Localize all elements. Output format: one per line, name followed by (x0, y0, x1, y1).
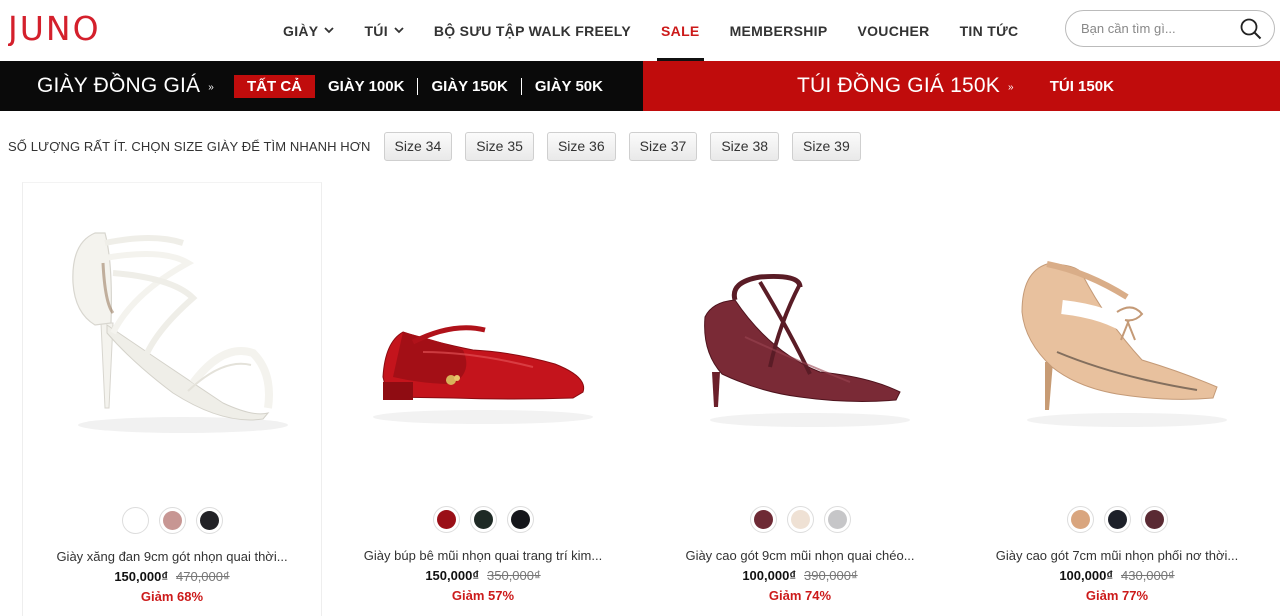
size-34-button[interactable]: Size 34 (383, 131, 453, 161)
color-swatches (967, 506, 1267, 533)
promo-bags-title[interactable]: TÚI ĐỒNG GIÁ 150K » (797, 74, 1014, 98)
product-card[interactable]: Giày cao gót 7cm mũi nhọn phối nơ thời..… (967, 182, 1267, 616)
promo-bar: GIÀY ĐỒNG GIÁ » TẤT CẢ GIÀY 100K GIÀY 15… (0, 61, 1280, 111)
product-price: 150,000₫ (425, 568, 479, 583)
product-card[interactable]: Giày búp bê mũi nhọn quai trang trí kim.… (333, 182, 633, 616)
filter-giay-100k[interactable]: GIÀY 100K (315, 78, 417, 95)
filter-tui-150k[interactable]: TÚI 150K (1050, 78, 1114, 95)
chevron-down-icon (324, 26, 335, 36)
filter-giay-150k[interactable]: GIÀY 150K (417, 77, 520, 95)
product-price: 150,000₫ (114, 569, 168, 584)
product-image[interactable] (23, 203, 321, 463)
color-swatch[interactable] (823, 506, 851, 533)
size-filter: SỐ LƯỢNG RẤT ÍT. CHỌN SIZE GIÀY ĐỂ TÌM N… (8, 131, 874, 161)
size-35-button[interactable]: Size 35 (465, 131, 534, 161)
color-swatch[interactable] (749, 506, 777, 533)
product-discount: Giảm 77% (1085, 588, 1149, 603)
filter-all-chip[interactable]: TẤT CẢ (234, 74, 316, 98)
nav-tui-label: TÚI (364, 22, 388, 39)
nav-giay[interactable]: GIÀY (283, 0, 335, 61)
promo-bags: TÚI ĐỒNG GIÁ 150K » TÚI 150K (643, 61, 1280, 111)
product-name[interactable]: Giày búp bê mũi nhọn quai trang trí kim.… (333, 548, 633, 563)
product-discount: Giảm 57% (451, 588, 515, 603)
color-swatch[interactable] (121, 507, 149, 534)
search-box (1065, 10, 1275, 47)
color-swatch[interactable] (195, 507, 223, 534)
promo-shoes: GIÀY ĐỒNG GIÁ » TẤT CẢ GIÀY 100K GIÀY 15… (0, 61, 643, 111)
color-swatch[interactable] (786, 506, 814, 533)
product-image[interactable] (967, 202, 1267, 462)
product-prices: 100,000₫ 430,000₫ (967, 568, 1267, 583)
color-swatch[interactable] (1140, 506, 1168, 533)
product-old-price: 430,000₫ (1121, 568, 1175, 583)
product-old-price: 390,000₫ (804, 568, 858, 583)
product-image[interactable] (333, 202, 633, 462)
nav-sale[interactable]: SALE (657, 0, 704, 61)
product-discount: Giảm 74% (768, 588, 832, 603)
size-38-button[interactable]: Size 38 (710, 131, 780, 161)
color-swatch[interactable] (1066, 506, 1094, 533)
juno-logo[interactable]: JUNO (6, 9, 160, 51)
nav-tin-tuc[interactable]: TIN TỨC (960, 0, 1019, 61)
size-37-button[interactable]: Size 37 (628, 131, 698, 161)
color-swatch[interactable] (432, 506, 460, 533)
product-name[interactable]: Giày xăng đan 9cm gót nhọn quai thời... (23, 549, 321, 564)
color-swatch[interactable] (1103, 506, 1131, 533)
product-image[interactable] (650, 202, 950, 462)
filter-giay-50k[interactable]: GIÀY 50K (520, 77, 616, 95)
product-card[interactable]: Giày xăng đan 9cm gót nhọn quai thời... … (22, 182, 322, 616)
logo-text: JUNO (8, 10, 101, 46)
color-swatch[interactable] (158, 507, 186, 534)
product-card[interactable]: Giày cao gót 9cm mũi nhọn quai chéo... 1… (650, 182, 950, 616)
product-name[interactable]: Giày cao gót 9cm mũi nhọn quai chéo... (650, 548, 950, 563)
size-36-button[interactable]: Size 36 (546, 131, 616, 161)
chevron-down-icon (394, 26, 404, 36)
color-swatch[interactable] (506, 506, 534, 533)
search-icon[interactable] (1240, 18, 1262, 45)
product-name[interactable]: Giày cao gót 7cm mũi nhọn phối nơ thời..… (967, 548, 1267, 563)
search-input[interactable] (1081, 11, 1241, 46)
product-old-price: 350,000₫ (487, 568, 541, 583)
color-swatches (650, 506, 950, 533)
product-discount: Giảm 68% (140, 589, 204, 604)
promo-bags-title-text: TÚI ĐỒNG GIÁ 150K (797, 74, 1000, 97)
promo-shoes-title[interactable]: GIÀY ĐỒNG GIÁ » (37, 74, 214, 98)
product-prices: 150,000₫ 470,000₫ (23, 569, 321, 584)
double-arrow-icon: » (1007, 82, 1014, 93)
color-swatches (333, 506, 633, 533)
nav-tui[interactable]: TÚI (364, 0, 404, 61)
color-swatches (23, 507, 321, 534)
color-swatch[interactable] (469, 506, 497, 533)
product-old-price: 470,000₫ (176, 569, 230, 584)
size-39-button[interactable]: Size 39 (792, 131, 861, 161)
nav-voucher[interactable]: VOUCHER (857, 0, 929, 61)
nav-giay-label: GIÀY (283, 22, 319, 39)
promo-shoes-title-text: GIÀY ĐỒNG GIÁ (37, 74, 201, 97)
product-grid: Giày xăng đan 9cm gót nhọn quai thời... … (0, 182, 1280, 616)
product-prices: 150,000₫ 350,000₫ (333, 568, 633, 583)
nav-membership[interactable]: MEMBERSHIP (730, 0, 828, 61)
main-nav: GIÀY TÚI BỘ SƯU TẬP WALK FREELY SALE MEM… (283, 0, 1048, 61)
product-prices: 100,000₫ 390,000₫ (650, 568, 950, 583)
nav-walk-freely[interactable]: BỘ SƯU TẬP WALK FREELY (434, 0, 631, 61)
product-price: 100,000₫ (742, 568, 796, 583)
double-arrow-icon: » (208, 82, 215, 93)
site-header: JUNO GIÀY TÚI BỘ SƯU TẬP WALK FREELY SAL… (0, 0, 1280, 61)
product-price: 100,000₫ (1059, 568, 1113, 583)
size-filter-label: SỐ LƯỢNG RẤT ÍT. CHỌN SIZE GIÀY ĐỂ TÌM N… (8, 138, 371, 154)
